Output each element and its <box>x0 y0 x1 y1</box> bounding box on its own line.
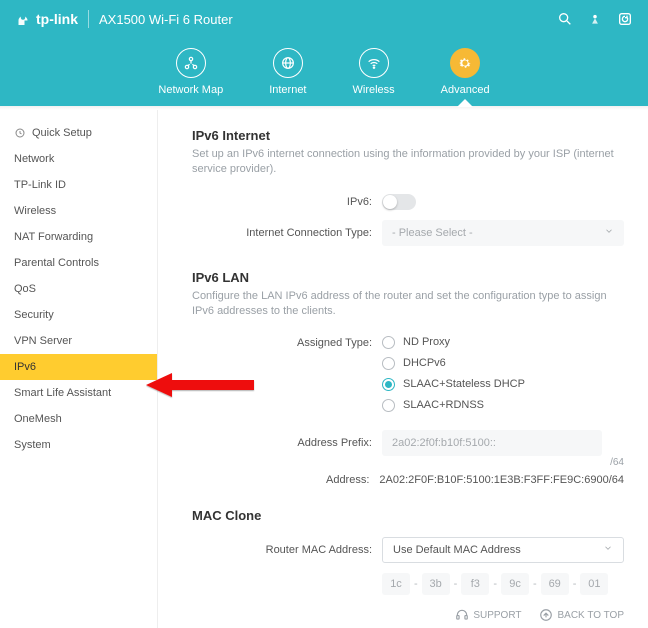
wifi-icon <box>366 55 382 71</box>
assigned-type-label: Assigned Type: <box>192 336 382 349</box>
nav-tabs: Network Map Internet Wireless Advanced <box>0 38 648 106</box>
mac-octet[interactable]: 1c <box>382 573 410 595</box>
radio-slaac-stateless[interactable]: SLAAC+Stateless DHCP <box>382 378 525 391</box>
brand-text: tp-link <box>36 11 78 27</box>
sidebar-item-label: Wireless <box>14 205 56 217</box>
mac-octets: 1c- 3b- f3- 9c- 69- 01 <box>382 573 608 595</box>
section-title-ipv6-lan: IPv6 LAN <box>192 270 624 285</box>
chevron-down-icon <box>603 543 613 556</box>
address-prefix-label: Address Prefix: <box>192 437 382 449</box>
prefix-suffix: /64 <box>610 457 624 468</box>
section-title-ipv6-internet: IPv6 Internet <box>192 128 624 143</box>
back-to-top-link[interactable]: BACK TO TOP <box>539 608 624 622</box>
mac-octet[interactable]: 3b <box>422 573 450 595</box>
tab-advanced[interactable]: Advanced <box>441 48 490 106</box>
sidebar-item-label: IPv6 <box>14 361 36 373</box>
radio-label: SLAAC+Stateless DHCP <box>403 378 525 390</box>
address-label: Address: <box>192 474 379 486</box>
section-desc: Set up an IPv6 internet connection using… <box>192 147 624 178</box>
sidebar-item-label: Smart Life Assistant <box>14 387 111 399</box>
link-label: SUPPORT <box>473 610 521 621</box>
headset-icon <box>455 608 469 622</box>
brand-logo: tp-link <box>14 10 78 28</box>
sidebar-item-ipv6[interactable]: IPv6 <box>0 354 157 380</box>
conn-type-label: Internet Connection Type: <box>192 227 382 239</box>
search-icon[interactable] <box>556 10 574 28</box>
footer-links: SUPPORT BACK TO TOP <box>455 608 624 622</box>
address-value: 2A02:2F0F:B10F:5100:1E3B:F3FF:FE9C:6900/… <box>379 474 624 486</box>
sidebar-item-vpn[interactable]: VPN Server <box>0 328 157 354</box>
sidebar-item-smart-life[interactable]: Smart Life Assistant <box>0 380 157 406</box>
body: Quick Setup Network TP-Link ID Wireless … <box>0 110 648 628</box>
divider <box>88 10 89 28</box>
tab-internet[interactable]: Internet <box>269 48 306 106</box>
address-prefix-input[interactable]: 2a02:2f0f:b10f:5100:: <box>382 430 602 456</box>
model-label: AX1500 Wi-Fi 6 Router <box>99 12 233 27</box>
sidebar-item-label: Quick Setup <box>32 127 92 139</box>
section-desc: Configure the LAN IPv6 address of the ro… <box>192 289 624 320</box>
sidebar-item-label: NAT Forwarding <box>14 231 93 243</box>
mac-octet[interactable]: f3 <box>461 573 489 595</box>
globe-icon <box>280 55 296 71</box>
tab-label: Internet <box>269 84 306 96</box>
tab-network-map[interactable]: Network Map <box>158 48 223 106</box>
network-map-icon <box>183 55 199 71</box>
sidebar: Quick Setup Network TP-Link ID Wireless … <box>0 110 158 628</box>
sidebar-item-label: QoS <box>14 283 36 295</box>
radio-dhcpv6[interactable]: DHCPv6 <box>382 357 446 370</box>
radio-label: ND Proxy <box>403 336 450 348</box>
tab-wireless[interactable]: Wireless <box>353 48 395 106</box>
top-icons <box>556 10 634 28</box>
chevron-down-icon <box>604 226 614 239</box>
sidebar-item-label: Parental Controls <box>14 257 99 269</box>
tab-label: Network Map <box>158 84 223 96</box>
radio-nd-proxy[interactable]: ND Proxy <box>382 336 450 349</box>
content: IPv6 Internet Set up an IPv6 internet co… <box>158 110 648 628</box>
sidebar-item-tplink-id[interactable]: TP-Link ID <box>0 172 157 198</box>
radio-slaac-rdnss[interactable]: SLAAC+RDNSS <box>382 399 484 412</box>
gear-icon <box>457 55 473 71</box>
support-link[interactable]: SUPPORT <box>455 608 521 622</box>
arrow-up-circle-icon <box>539 608 553 622</box>
radio-label: SLAAC+RDNSS <box>403 399 484 411</box>
header: tp-link AX1500 Wi-Fi 6 Router Network Ma… <box>0 0 648 106</box>
sidebar-item-label: OneMesh <box>14 413 62 425</box>
sidebar-item-nat[interactable]: NAT Forwarding <box>0 224 157 250</box>
sidebar-item-security[interactable]: Security <box>0 302 157 328</box>
sidebar-item-label: System <box>14 439 51 451</box>
sidebar-item-onemesh[interactable]: OneMesh <box>0 406 157 432</box>
ipv6-toggle-label: IPv6: <box>192 196 382 208</box>
clock-icon <box>14 127 26 139</box>
sidebar-item-system[interactable]: System <box>0 432 157 458</box>
sidebar-item-wireless[interactable]: Wireless <box>0 198 157 224</box>
select-placeholder: - Please Select - <box>392 227 473 239</box>
tab-label: Advanced <box>441 84 490 96</box>
mac-octet[interactable]: 9c <box>501 573 529 595</box>
reboot-icon[interactable] <box>616 10 634 28</box>
conn-type-select[interactable]: - Please Select - <box>382 220 624 246</box>
radio-label: DHCPv6 <box>403 357 446 369</box>
link-label: BACK TO TOP <box>557 610 624 621</box>
section-title-mac-clone: MAC Clone <box>192 508 624 523</box>
sidebar-item-parental[interactable]: Parental Controls <box>0 250 157 276</box>
router-mac-select[interactable]: Use Default MAC Address <box>382 537 624 563</box>
tplink-logo-icon <box>14 10 32 28</box>
sidebar-item-qos[interactable]: QoS <box>0 276 157 302</box>
topbar: tp-link AX1500 Wi-Fi 6 Router <box>0 0 648 38</box>
sidebar-item-label: Security <box>14 309 54 321</box>
mac-octet[interactable]: 01 <box>580 573 608 595</box>
select-value: Use Default MAC Address <box>393 544 521 556</box>
router-mac-label: Router MAC Address: <box>192 544 382 556</box>
sidebar-item-network[interactable]: Network <box>0 146 157 172</box>
tab-label: Wireless <box>353 84 395 96</box>
ipv6-toggle[interactable] <box>382 194 416 210</box>
input-value: 2a02:2f0f:b10f:5100:: <box>392 437 496 449</box>
sidebar-item-label: Network <box>14 153 54 165</box>
mac-octet[interactable]: 69 <box>541 573 569 595</box>
led-icon[interactable] <box>586 10 604 28</box>
sidebar-item-quick-setup[interactable]: Quick Setup <box>0 120 157 146</box>
sidebar-item-label: TP-Link ID <box>14 179 66 191</box>
sidebar-item-label: VPN Server <box>14 335 72 347</box>
